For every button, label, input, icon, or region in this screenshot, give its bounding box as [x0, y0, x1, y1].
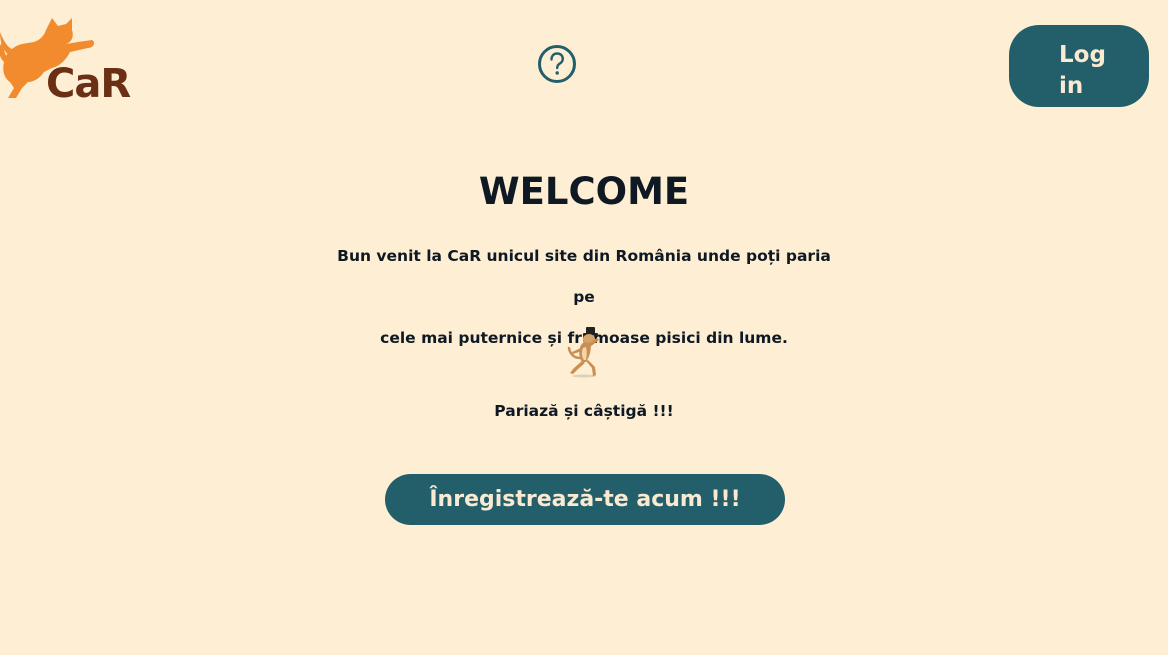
page: CaR Log in WELCOME Bun venit la CaR unic…	[0, 0, 1168, 655]
dancing-cat-icon	[567, 327, 599, 378]
logo-link[interactable]: CaR	[0, 8, 150, 108]
question-circle-icon[interactable]	[537, 44, 577, 84]
login-label-line1: Log	[1059, 42, 1106, 68]
intro-line-1: Bun venit la CaR unicul site din România…	[337, 247, 831, 306]
logo-text: CaR	[46, 61, 131, 107]
register-button[interactable]: Înregistrează-te acum !!!	[385, 474, 785, 525]
page-title: WELCOME	[478, 170, 690, 213]
tagline: Pariază și câștigă !!!	[494, 402, 674, 420]
login-label-line2: in	[1059, 73, 1084, 99]
login-button[interactable]: Log in	[1009, 25, 1149, 107]
